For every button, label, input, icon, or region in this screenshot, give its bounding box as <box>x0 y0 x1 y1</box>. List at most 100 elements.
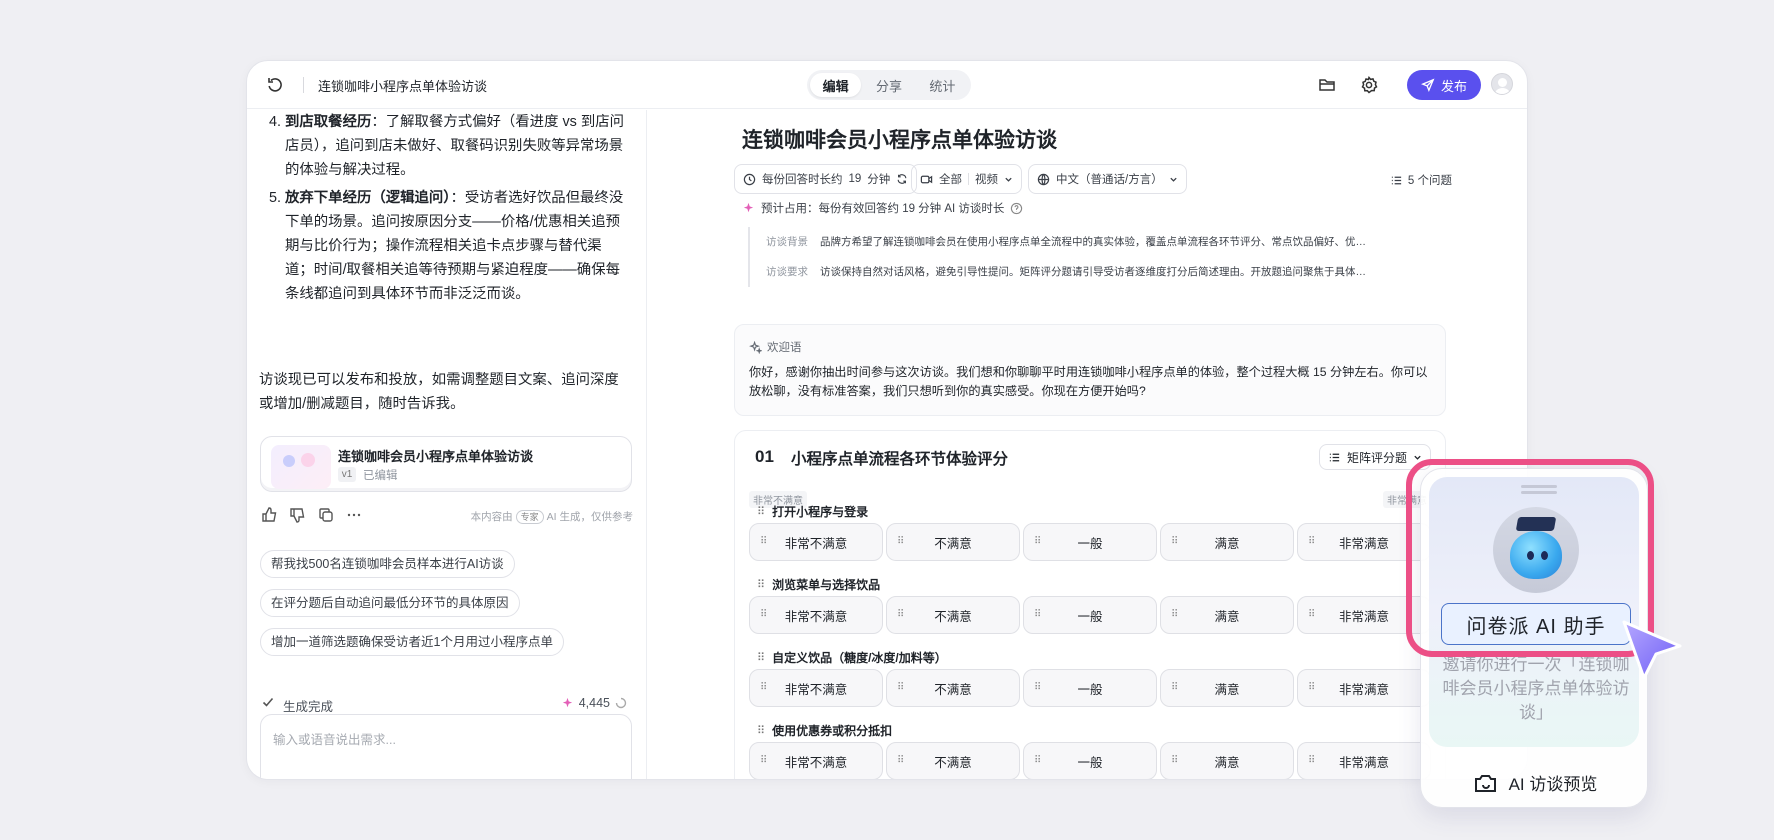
drag-handle-icon[interactable]: ⠿ <box>1171 609 1178 620</box>
matrix-option[interactable]: ⠿ 非常不满意 <box>749 742 883 779</box>
send-button[interactable] <box>597 779 621 780</box>
divider <box>303 77 304 93</box>
matrix-option[interactable]: ⠿ 非常不满意 <box>749 523 883 561</box>
version-badge: v1 <box>338 467 356 482</box>
avatar[interactable] <box>1491 73 1513 95</box>
matrix-option[interactable]: ⠿ 非常满意 <box>1297 742 1431 779</box>
folder-icon[interactable] <box>1317 75 1337 95</box>
matrix-option[interactable]: ⠿ 非常满意 <box>1297 596 1431 634</box>
expert-tag: 专家 <box>515 509 544 524</box>
chat-input-box[interactable]: 输入或语音说出需求... 自动 <box>260 714 632 780</box>
drag-handle-icon[interactable]: ⠿ <box>760 609 767 620</box>
matrix-option[interactable]: ⠿ 不满意 <box>886 523 1020 561</box>
ai-interview-preview-button[interactable]: AI 访谈预览 <box>1421 770 1649 795</box>
suggestion-chip[interactable]: 帮我找500名连锁咖啡会员样本进行AI访谈 <box>260 550 515 578</box>
question-type-select[interactable]: 矩阵评分题 <box>1318 444 1431 470</box>
drag-handle[interactable] <box>1521 491 1557 494</box>
background-value: 品牌方希望了解连锁咖啡会员在使用小程序点单全流程中的真实体验，覆盖点单流程各环节… <box>820 236 1372 248</box>
matrix-option[interactable]: ⠿ 一般 <box>1023 669 1157 707</box>
matrix-row-text: 自定义饮品（糖度/冰度/加料等） <box>772 651 947 665</box>
tab-edit[interactable]: 编辑 <box>810 73 862 97</box>
matrix-option[interactable]: ⠿ 满意 <box>1160 742 1294 779</box>
drag-handle-icon[interactable]: ⠿ <box>757 724 765 737</box>
drag-handle-icon[interactable]: ⠿ <box>1171 755 1178 766</box>
gear-icon[interactable] <box>1359 75 1379 95</box>
matrix-option[interactable]: ⠿ 一般 <box>1023 596 1157 634</box>
voice-button[interactable] <box>565 779 589 780</box>
drag-handle-icon[interactable]: ⠿ <box>757 651 765 664</box>
drag-handle-icon[interactable]: ⠿ <box>897 682 904 693</box>
matrix-option[interactable]: ⠿ 满意 <box>1160 669 1294 707</box>
matrix-row-label[interactable]: ⠿ 浏览菜单与选择饮品 <box>757 576 880 593</box>
matrix-row-label[interactable]: ⠿ 使用优惠券或积分抵扣 <box>757 722 892 739</box>
language-chip[interactable]: 中文（普通话/方言） <box>1028 164 1187 194</box>
apps-button[interactable] <box>303 779 327 780</box>
add-button[interactable] <box>271 779 295 780</box>
drag-handle-icon[interactable]: ⠿ <box>1308 609 1315 620</box>
copy-icon[interactable] <box>317 506 335 524</box>
drag-handle-icon[interactable]: ⠿ <box>1308 755 1315 766</box>
interview-context[interactable]: 访谈背景 品牌方希望了解连锁咖啡会员在使用小程序点单全流程中的真实体验，覆盖点单… <box>748 227 1372 287</box>
drag-handle-icon[interactable]: ⠿ <box>1171 536 1178 547</box>
matrix-option[interactable]: ⠿ 满意 <box>1160 523 1294 561</box>
media-all: 全部 <box>939 174 962 186</box>
matrix-option[interactable]: ⠿ 非常不满意 <box>749 669 883 707</box>
survey-card[interactable]: 连锁咖啡会员小程序点单体验访谈 v1 已编辑 <box>260 436 632 492</box>
drag-handle-icon[interactable]: ⠿ <box>757 578 765 591</box>
matrix-option[interactable]: ⠿ 一般 <box>1023 742 1157 779</box>
assistant-name-button[interactable]: 问卷派 AI 助手 <box>1441 603 1631 645</box>
matrix-option[interactable]: ⠿ 非常满意 <box>1297 669 1431 707</box>
thumbs-up-icon[interactable] <box>261 506 279 524</box>
matrix-option[interactable]: ⠿ 一般 <box>1023 523 1157 561</box>
tab-share[interactable]: 分享 <box>863 73 914 97</box>
drag-handle-icon[interactable]: ⠿ <box>1034 609 1041 620</box>
welcome-section[interactable]: 欢迎语 你好，感谢你抽出时间参与这次访谈。我们想和你聊聊平时用连锁咖啡小程序点单… <box>734 324 1446 416</box>
drag-handle[interactable] <box>1521 485 1557 488</box>
survey-title[interactable]: 连锁咖啡会员小程序点单体验访谈 <box>742 124 1057 154</box>
matrix-option[interactable]: ⠿ 非常满意 <box>1297 523 1431 561</box>
drag-handle-icon[interactable]: ⠿ <box>760 536 767 547</box>
welcome-text[interactable]: 你好，感谢你抽出时间参与这次访谈。我们想和你聊聊平时用连锁咖啡小程序点单的体验，… <box>749 363 1431 401</box>
matrix-option[interactable]: ⠿ 满意 <box>1160 596 1294 634</box>
disclaimer-suffix: AI 生成，仅供参考 <box>546 511 633 523</box>
list-item-text: 受访者选好饮品但最终没下单的场景。追问按原因分支——价格/优惠相关追预期与比价行… <box>285 190 624 302</box>
list-item-title: 到店取餐经历 <box>285 114 372 130</box>
drag-handle-icon[interactable]: ⠿ <box>1308 536 1315 547</box>
matrix-option[interactable]: ⠿ 不满意 <box>886 596 1020 634</box>
drag-handle-icon[interactable]: ⠿ <box>897 755 904 766</box>
help-icon[interactable] <box>1010 202 1023 215</box>
drag-handle-icon[interactable]: ⠿ <box>897 536 904 547</box>
drag-handle-icon[interactable]: ⠿ <box>1034 536 1041 547</box>
refresh-icon[interactable] <box>896 173 908 185</box>
tab-stats[interactable]: 统计 <box>917 73 968 97</box>
matrix-option[interactable]: ⠿ 不满意 <box>886 742 1020 779</box>
mode-select[interactable]: 自动 <box>335 779 405 780</box>
matrix-option[interactable]: ⠿ 非常不满意 <box>749 596 883 634</box>
drag-handle-icon[interactable]: ⠿ <box>1171 682 1178 693</box>
list-icon <box>1329 453 1340 461</box>
drag-handle-icon[interactable]: ⠿ <box>1034 682 1041 693</box>
more-icon[interactable] <box>345 506 363 524</box>
publish-button[interactable]: 发布 <box>1407 70 1481 100</box>
chat-input[interactable]: 输入或语音说出需求... <box>273 729 396 748</box>
thumbs-down-icon[interactable] <box>289 506 307 524</box>
question-number: 01 <box>755 447 774 466</box>
question-title[interactable]: 小程序点单流程各环节体验评分 <box>791 447 1008 469</box>
question-card[interactable]: 01 小程序点单流程各环节体验评分 矩阵评分题 非常不满意 非常满意 ⠿ 打开小程… <box>734 430 1446 779</box>
drag-handle-icon[interactable]: ⠿ <box>757 505 765 518</box>
matrix-option[interactable]: ⠿ 不满意 <box>886 669 1020 707</box>
suggestion-chip[interactable]: 增加一道筛选题确保受访者近1个月用过小程序点单 <box>260 628 564 656</box>
drag-handle-icon[interactable]: ⠿ <box>1308 682 1315 693</box>
suggestion-chip[interactable]: 在评分题后自动追问最低分环节的具体原因 <box>260 589 520 617</box>
drag-handle-icon[interactable]: ⠿ <box>760 682 767 693</box>
matrix-row-label[interactable]: ⠿ 自定义饮品（糖度/冰度/加料等） <box>757 649 947 666</box>
back-icon[interactable] <box>265 75 285 95</box>
drag-handle-icon[interactable]: ⠿ <box>1034 755 1041 766</box>
drag-handle-icon[interactable]: ⠿ <box>897 609 904 620</box>
duration-chip[interactable]: 每份回答时长约 19 分钟 <box>734 164 918 194</box>
media-chip[interactable]: 全部 视频 <box>911 164 1022 194</box>
drag-handle-icon[interactable]: ⠿ <box>760 755 767 766</box>
ai-assistant-popup[interactable]: 问卷派 AI 助手 邀请你进行一次「连锁咖啡会员小程序点单体验访谈」 AI 访谈… <box>1420 468 1648 808</box>
matrix-row-label[interactable]: ⠿ 打开小程序与登录 <box>757 503 868 520</box>
ai-disclaimer: 本内容由 专家 AI 生成，仅供参考 <box>471 509 633 524</box>
